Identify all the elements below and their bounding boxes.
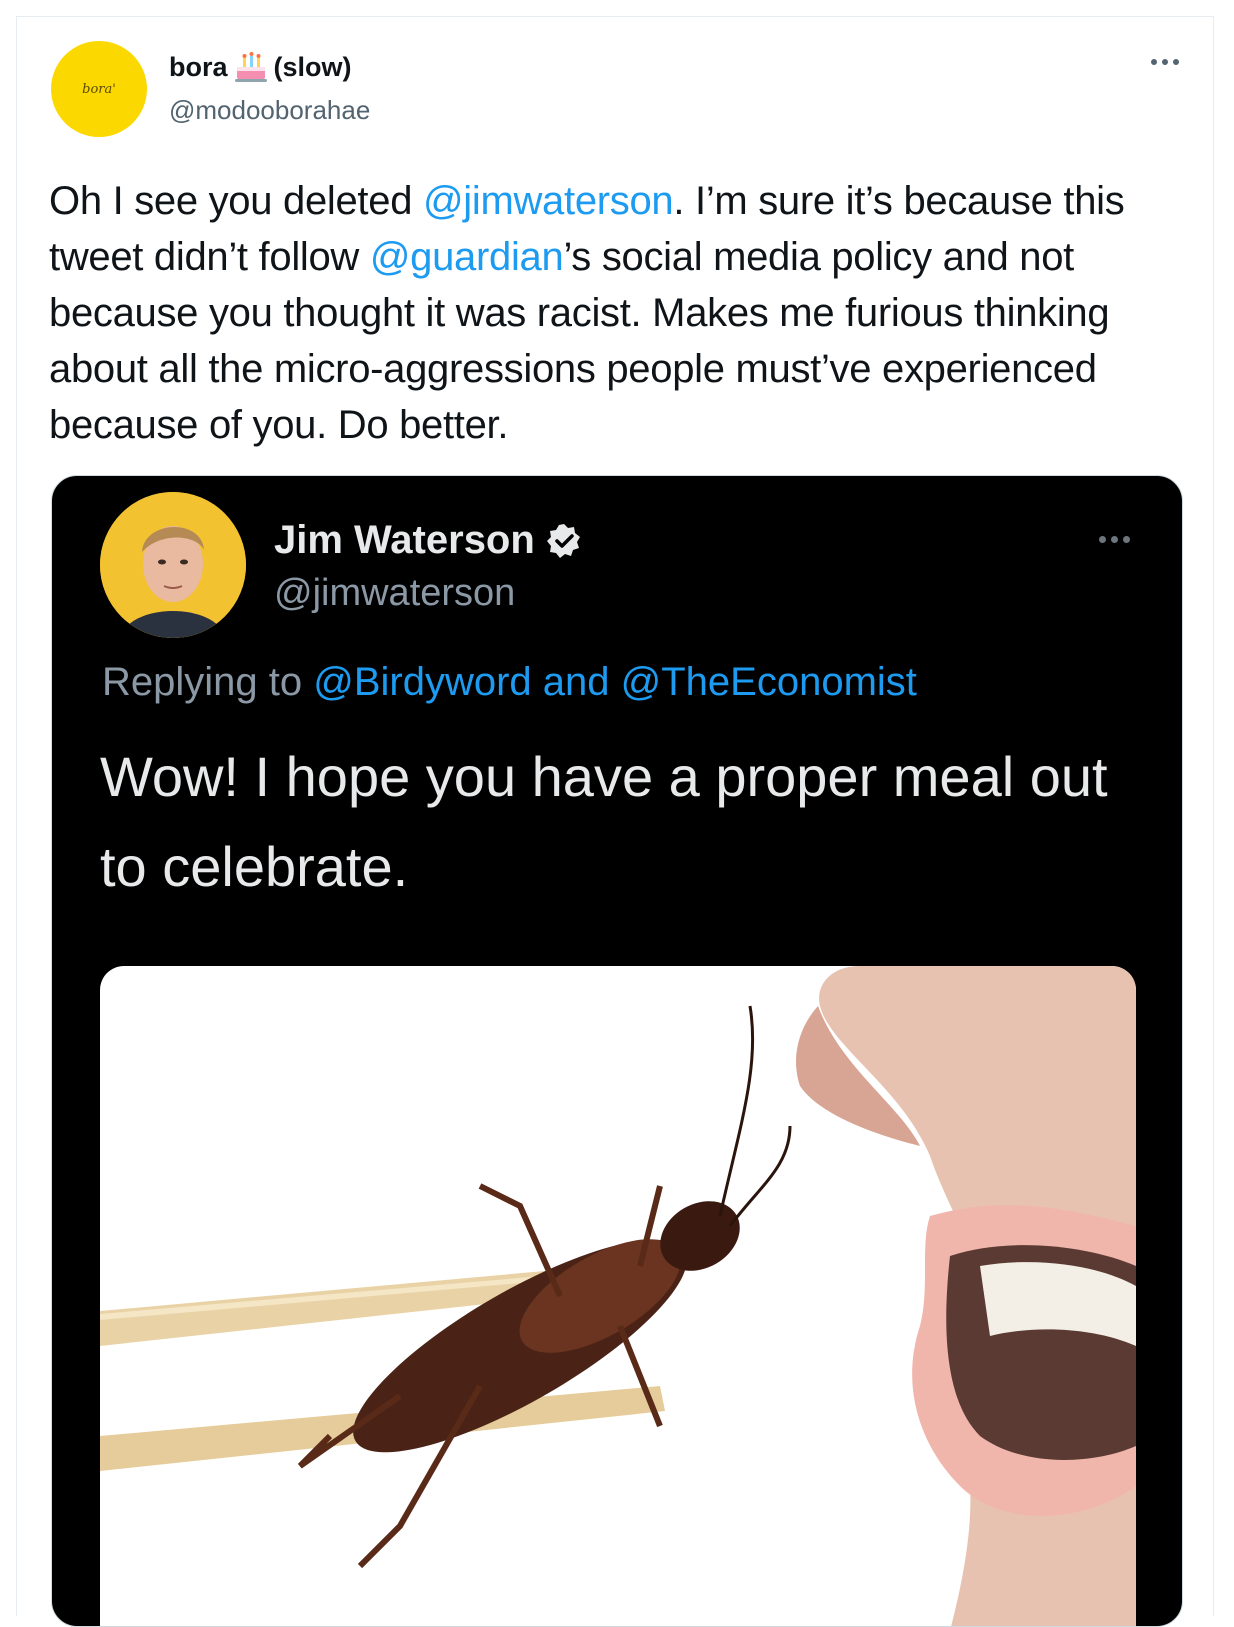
verified-badge-icon bbox=[545, 522, 583, 560]
embedded-tweet-text: Wow! I hope you have a proper meal out t… bbox=[100, 745, 1108, 898]
embedded-replying-to: Replying to @Birdyword and @TheEconomist bbox=[102, 660, 917, 705]
mention-link-jimwaterson[interactable]: @jimwaterson bbox=[423, 179, 674, 223]
embedded-more-options-icon bbox=[1099, 536, 1130, 543]
reply-mention-birdyword: @Birdyword bbox=[313, 660, 532, 704]
reply-and: and bbox=[531, 660, 621, 704]
mention-link-guardian[interactable]: @guardian bbox=[370, 235, 564, 279]
author-name-row[interactable]: bora (slow) bbox=[169, 51, 352, 83]
author-name-suffix: (slow) bbox=[273, 51, 352, 82]
tweet-text-part: Oh I see you deleted bbox=[49, 179, 423, 223]
tweet-text: Oh I see you deleted @jimwaterson. I’m s… bbox=[49, 173, 1189, 453]
author-handle[interactable]: @modooborahae bbox=[169, 95, 370, 126]
more-options-icon[interactable] bbox=[1151, 59, 1179, 65]
reply-prefix: Replying to bbox=[102, 660, 314, 704]
embedded-author-name-row: Jim Waterson bbox=[274, 518, 583, 563]
avatar-logo-text: bora' bbox=[82, 81, 116, 97]
tweet-card: bora' bora (slow) @modooborahae Oh I see… bbox=[16, 16, 1214, 1627]
reply-mention-economist: @TheEconomist bbox=[620, 660, 917, 704]
embedded-tweet-screenshot[interactable]: Jim Waterson @jimwaterson Replying to @B… bbox=[51, 475, 1183, 1627]
embedded-author-name: Jim Waterson bbox=[274, 518, 535, 562]
birthday-cake-icon bbox=[234, 51, 268, 83]
embedded-author-handle: @jimwaterson bbox=[274, 572, 516, 614]
embedded-author-avatar bbox=[100, 492, 246, 638]
embedded-media-image bbox=[100, 966, 1136, 1626]
author-name[interactable]: bora bbox=[169, 52, 228, 83]
author-avatar[interactable]: bora' bbox=[51, 41, 147, 137]
